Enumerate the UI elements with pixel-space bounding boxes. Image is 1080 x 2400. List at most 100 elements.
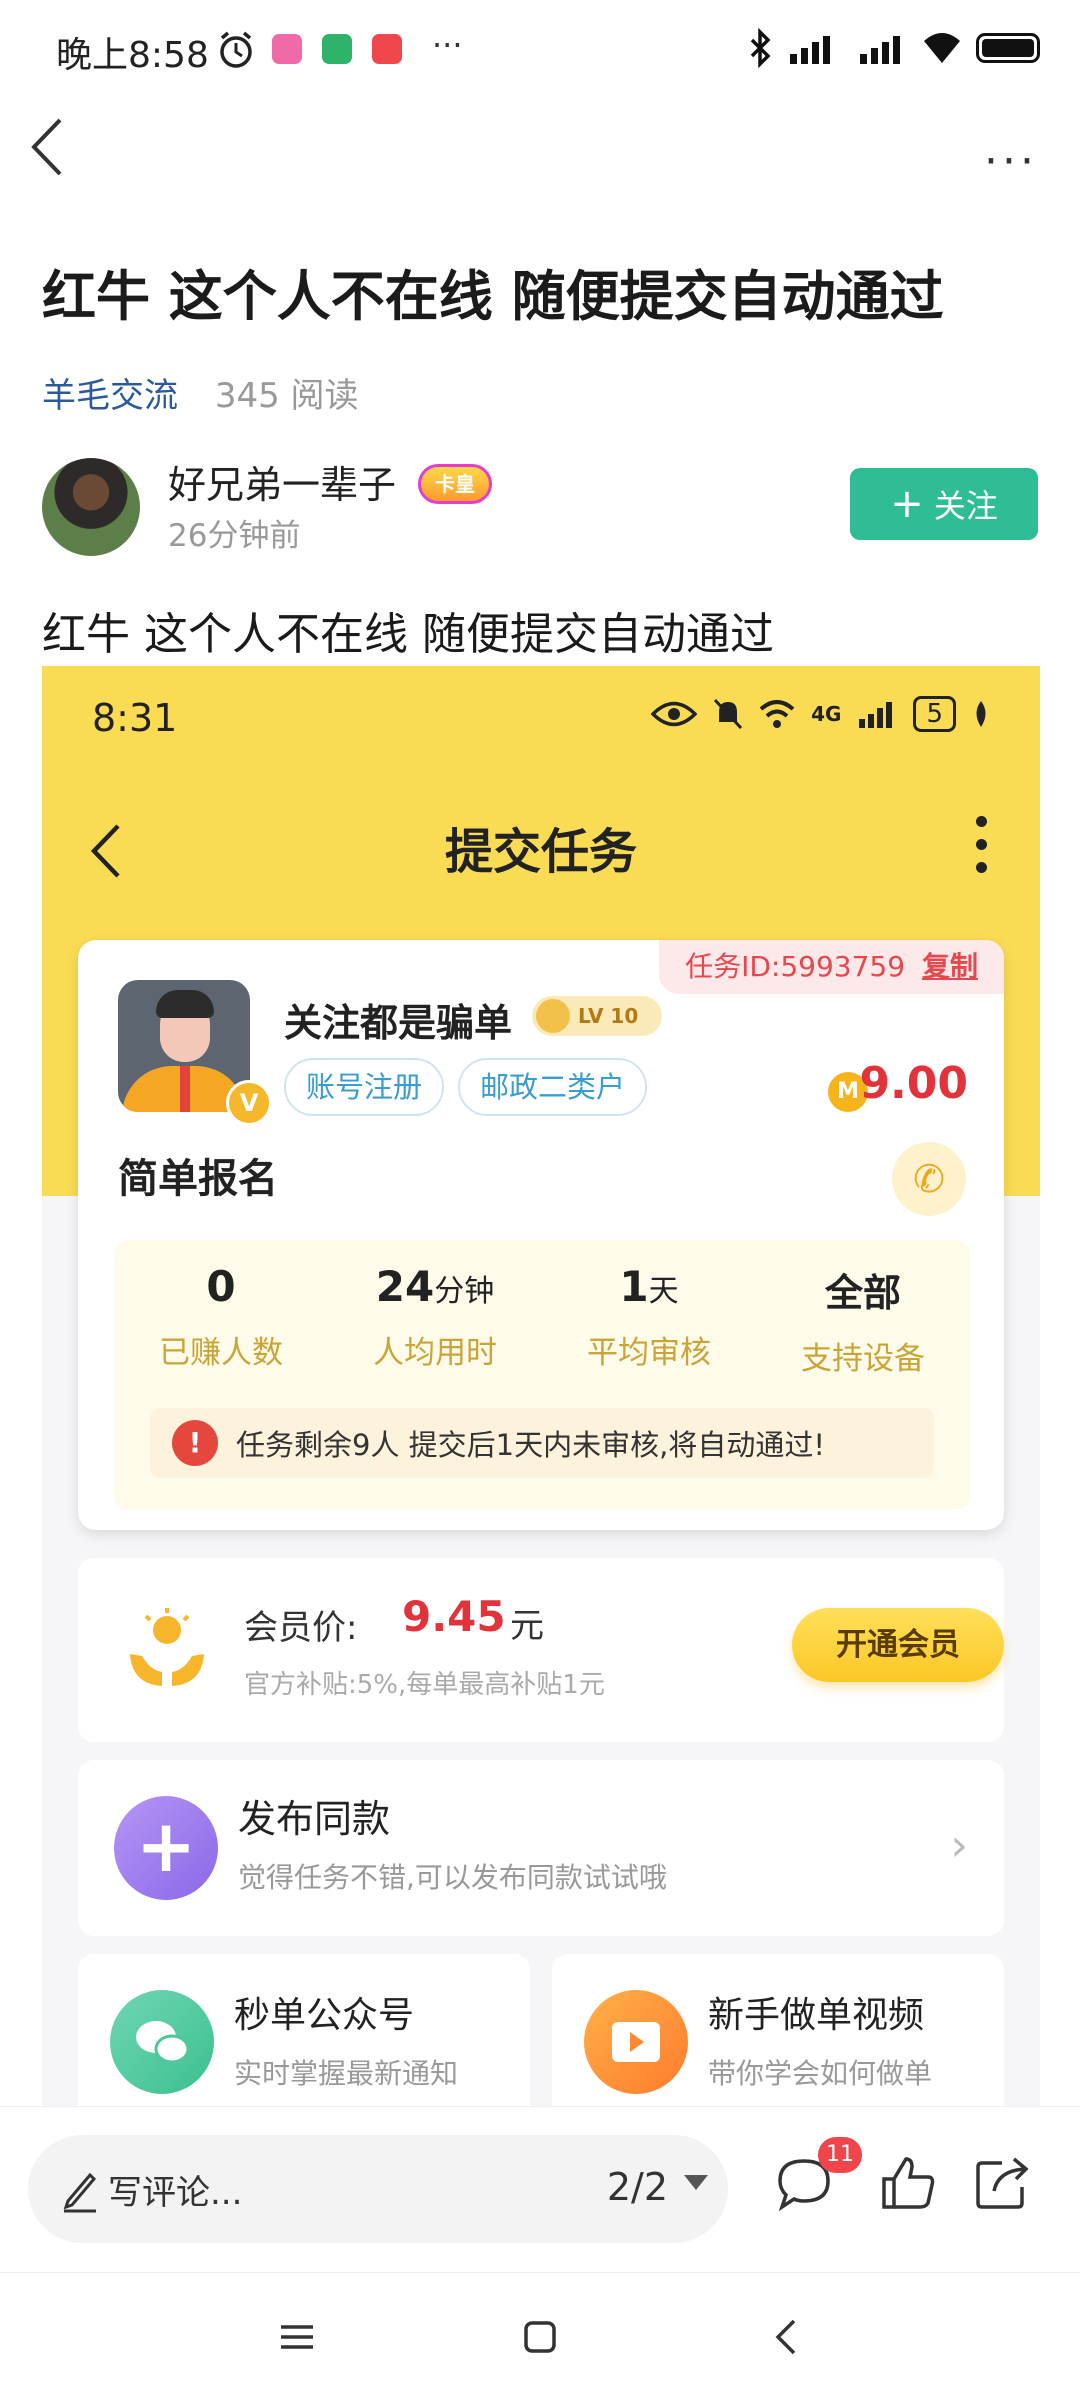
- task-price: 9.00: [859, 1058, 968, 1109]
- mini-card-title: 秒单公众号: [234, 1995, 415, 2036]
- like-icon[interactable]: [878, 2153, 938, 2213]
- stat-label: 人均用时: [373, 1335, 497, 1371]
- home-icon[interactable]: [518, 2315, 562, 2359]
- more-notifications: ···: [432, 26, 463, 64]
- pen-icon: [63, 2172, 97, 2213]
- task-card: 任务ID:5993759 复制 V 关注都是骗单 LV 10 账号注册 邮政二类…: [78, 940, 1004, 1530]
- avatar-hair: [156, 990, 214, 1018]
- caret-down-icon[interactable]: [684, 2175, 708, 2190]
- avatar-tie: [180, 1066, 190, 1112]
- read-count: 345 阅读: [214, 376, 359, 416]
- wifi-icon: [924, 33, 960, 63]
- mini-card-title: 新手做单视频: [708, 1995, 925, 2036]
- task-tag: 账号注册: [284, 1058, 445, 1116]
- task-notice: ! 任务剩余9人 提交后1天内未审核,将自动通过!: [150, 1408, 934, 1478]
- phone-icon: ✆: [892, 1142, 966, 1216]
- open-membership-button: 开通会员: [792, 1608, 1004, 1682]
- member-price-card: 会员价: 9.45 元 官方补贴:5%,每单最高补贴1元 开通会员: [78, 1558, 1004, 1742]
- task-id-label: 任务ID:5993759: [685, 950, 906, 983]
- bluetooth-icon: [750, 28, 771, 68]
- mini-card-subtitle: 带你学会如何做单: [708, 2057, 933, 2090]
- member-price: 9.45: [402, 1592, 506, 1641]
- video-icon: [584, 1990, 688, 2094]
- network-type: 4G: [811, 702, 842, 726]
- follow-label: 关注: [933, 487, 998, 525]
- status-time: 晚上8:58: [56, 35, 209, 76]
- screenshot-more-icon: [976, 816, 988, 885]
- chat-bubbles-icon: [136, 2021, 190, 2064]
- menu-icon[interactable]: [275, 2315, 319, 2359]
- comment-placeholder: 写评论...: [108, 2173, 243, 2213]
- more-options-button[interactable]: ···: [984, 136, 1038, 187]
- official-account-card: 秒单公众号 实时掌握最新通知: [78, 1954, 530, 2106]
- post-time: 26分钟前: [168, 518, 301, 554]
- level-text: LV 10: [578, 1004, 639, 1028]
- author-avatar[interactable]: [42, 458, 140, 556]
- publish-similar-card: + 发布同款 觉得任务不错,可以发布同款试试哦 ›: [78, 1760, 1004, 1936]
- mute-icon: [714, 698, 743, 730]
- app-notification-icon: [322, 34, 352, 64]
- play-icon: [612, 2022, 660, 2062]
- back-icon[interactable]: [766, 2315, 810, 2359]
- bottom-action-bar: 写评论... 2/2 11: [0, 2106, 1080, 2272]
- signal-icon: [859, 702, 893, 728]
- task-tag: 邮政二类户: [458, 1058, 648, 1116]
- copy-link: 复制: [921, 950, 978, 983]
- stat-value: 全部: [824, 1271, 901, 1315]
- signal-icon: [790, 36, 830, 64]
- task-stats: 0 已赚人数 24分钟 人均用时 1天 平均审核 全部 支持设备 ! 任务剩余9…: [114, 1240, 970, 1510]
- article-title: 红牛 这个人不在线 随便提交自动通过: [42, 265, 944, 328]
- member-price-unit: 元: [510, 1606, 544, 1646]
- member-subsidy: 官方补贴:5%,每单最高补贴1元: [244, 1670, 605, 1700]
- task-type: 简单报名: [118, 1156, 278, 1202]
- status-icons: [748, 28, 1040, 68]
- task-id: 任务ID:5993759 复制: [659, 940, 1004, 994]
- battery-icon: 5: [913, 696, 956, 732]
- signal-icon: [860, 36, 900, 64]
- stat-unit: 天: [648, 1274, 679, 1309]
- stat-value: 24: [375, 1262, 435, 1311]
- plus-icon: +: [890, 481, 924, 527]
- tutorial-video-card: 新手做单视频 带你学会如何做单: [552, 1954, 1004, 2106]
- eye-icon: [651, 701, 698, 727]
- stat-label: 支持设备: [801, 1341, 925, 1377]
- back-button[interactable]: [24, 112, 68, 182]
- share-icon[interactable]: [972, 2153, 1032, 2213]
- level-badge: LV 10: [532, 996, 662, 1036]
- stat-unit: 分钟: [434, 1274, 495, 1309]
- alarm-icon: [220, 31, 252, 68]
- publish-subtitle: 觉得任务不错,可以发布同款试试哦: [238, 1861, 667, 1894]
- page-indicator[interactable]: 2/2: [607, 2165, 668, 2209]
- chevron-right-icon: ›: [950, 1820, 968, 1871]
- screenshot-status-icons: 4G 5: [651, 696, 990, 732]
- comment-count-badge: 11: [818, 2137, 862, 2173]
- stat-value: 0: [206, 1262, 236, 1311]
- stat-label: 已赚人数: [159, 1335, 283, 1371]
- task-username: 关注都是骗单: [284, 1001, 513, 1045]
- mini-card-subtitle: 实时掌握最新通知: [234, 2057, 459, 2090]
- stat-avg-time: 24分钟 人均用时: [328, 1262, 542, 1372]
- plus-icon: +: [114, 1796, 218, 1900]
- article-meta: 羊毛交流 345 阅读: [42, 368, 359, 417]
- coin-hands-icon: [130, 1608, 204, 1686]
- screenshot-time: 8:31: [92, 696, 178, 740]
- screen: 晚上8:58 ··· ··· 红牛 这个人不在线 随便提交自动通过 羊毛交流 3…: [0, 0, 1080, 2400]
- author-name[interactable]: 好兄弟一辈子: [168, 454, 396, 509]
- system-nav-bar: [0, 2272, 1080, 2400]
- wechat-icon: [110, 1990, 214, 2094]
- comment-input[interactable]: 写评论... 2/2: [28, 2135, 728, 2243]
- stat-devices: 全部 支持设备: [756, 1262, 970, 1378]
- medal-icon: [536, 999, 570, 1033]
- vip-badge: 卡皇: [418, 464, 492, 504]
- publish-title: 发布同款: [238, 1797, 391, 1841]
- leaf-icon: [976, 701, 986, 727]
- category-link[interactable]: 羊毛交流: [42, 376, 178, 416]
- alert-icon: !: [172, 1420, 218, 1466]
- app-notification-icon: [372, 34, 402, 64]
- notice-text: 任务剩余9人 提交后1天内未审核,将自动通过!: [236, 1428, 825, 1462]
- wifi-icon: [759, 700, 795, 728]
- follow-button[interactable]: + 关注: [850, 468, 1038, 540]
- stat-earned: 0 已赚人数: [114, 1262, 328, 1372]
- embedded-screenshot[interactable]: 8:31 4G 5 提交任务 任务ID:5993759 复制 V 关注都是骗单 …: [42, 666, 1040, 2106]
- stat-label: 平均审核: [587, 1335, 711, 1371]
